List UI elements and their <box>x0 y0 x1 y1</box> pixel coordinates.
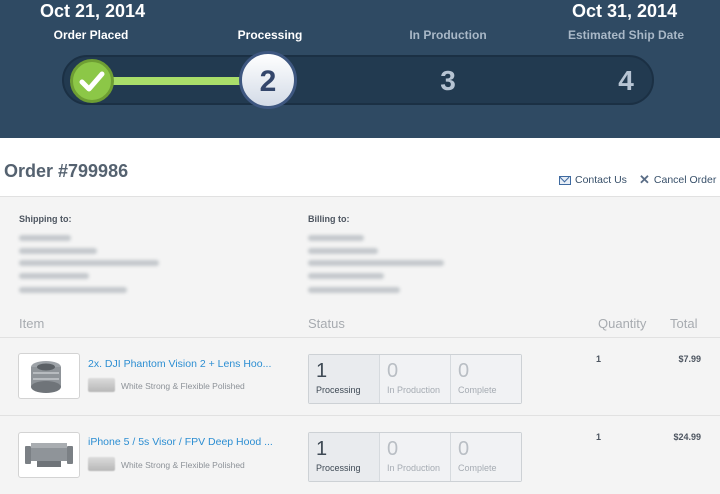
step-label-processing: Processing <box>237 28 303 42</box>
divider <box>0 415 720 416</box>
item-name-link[interactable]: iPhone 5 / 5s Visor / FPV Deep Hood ... <box>88 436 273 448</box>
item-total: $7.99 <box>678 354 701 364</box>
status-label: Complete <box>458 385 497 395</box>
item-status-breakdown: 1 Processing 0 In Production 0 Complete <box>308 354 522 404</box>
step-1-complete <box>70 59 114 103</box>
column-header-quantity: Quantity <box>598 316 647 331</box>
step-label-order-placed: Order Placed <box>53 28 129 42</box>
checkmark-icon <box>79 71 105 92</box>
billing-label: Billing to: <box>308 214 350 224</box>
status-processing: 1 Processing <box>309 355 380 403</box>
status-count: 0 <box>458 438 470 460</box>
material-swatch <box>88 378 115 392</box>
column-header-total: Total <box>670 316 698 331</box>
column-header-item: Item <box>19 316 45 331</box>
status-count: 0 <box>387 360 399 382</box>
step-4: 4 <box>618 65 634 96</box>
shipping-label: Shipping to: <box>19 214 72 224</box>
item-thumbnail[interactable] <box>18 353 80 399</box>
status-label: Processing <box>316 463 361 473</box>
status-count: 1 <box>316 360 328 382</box>
lens-hood-icon <box>31 361 61 393</box>
step-2-active: 2 <box>239 51 297 109</box>
status-in-production: 0 In Production <box>380 355 451 403</box>
status-complete: 0 Complete <box>451 433 521 481</box>
column-header-status: Status <box>308 316 345 331</box>
item-quantity: 1 <box>596 354 602 364</box>
status-processing: 1 Processing <box>309 433 380 481</box>
order-title: Order #799986 <box>4 161 129 181</box>
item-material: White Strong & Flexible Polished <box>121 460 245 470</box>
status-label: Processing <box>316 385 361 395</box>
item-thumbnail[interactable] <box>18 432 80 478</box>
close-icon: ✕ <box>639 172 650 187</box>
item-material: White Strong & Flexible Polished <box>121 381 245 391</box>
item-total: $24.99 <box>673 432 701 442</box>
material-swatch <box>88 457 115 471</box>
item-name-link[interactable]: 2x. DJI Phantom Vision 2 + Lens Hoo... <box>88 358 271 370</box>
step-3: 3 <box>440 65 456 96</box>
status-count: 0 <box>387 438 399 460</box>
phone-visor-icon <box>25 443 73 467</box>
order-date: Oct 21, 2014 <box>40 1 146 21</box>
status-in-production: 0 In Production <box>380 433 451 481</box>
item-quantity: 1 <box>596 432 602 442</box>
step-label-in-production: In Production <box>409 28 487 42</box>
estimated-ship-date: Oct 31, 2014 <box>572 1 678 21</box>
cancel-order-link[interactable]: ✕ Cancel Order <box>639 172 717 187</box>
order-progress-header: Oct 21, 2014 Oct 31, 2014 Order Placed P… <box>0 0 720 138</box>
contact-us-label: Contact Us <box>575 174 627 186</box>
contact-us-link[interactable]: Contact Us <box>559 174 627 186</box>
mail-icon <box>559 175 571 185</box>
step-label-ship-date: Estimated Ship Date <box>567 28 685 42</box>
status-label: Complete <box>458 463 497 473</box>
status-label: In Production <box>387 463 441 473</box>
status-label: In Production <box>387 385 441 395</box>
status-complete: 0 Complete <box>451 355 521 403</box>
item-status-breakdown: 1 Processing 0 In Production 0 Complete <box>308 432 522 482</box>
status-count: 1 <box>316 438 328 460</box>
progress-track <box>62 55 654 105</box>
cancel-order-label: Cancel Order <box>653 174 717 186</box>
divider <box>0 337 720 338</box>
status-count: 0 <box>458 360 470 382</box>
